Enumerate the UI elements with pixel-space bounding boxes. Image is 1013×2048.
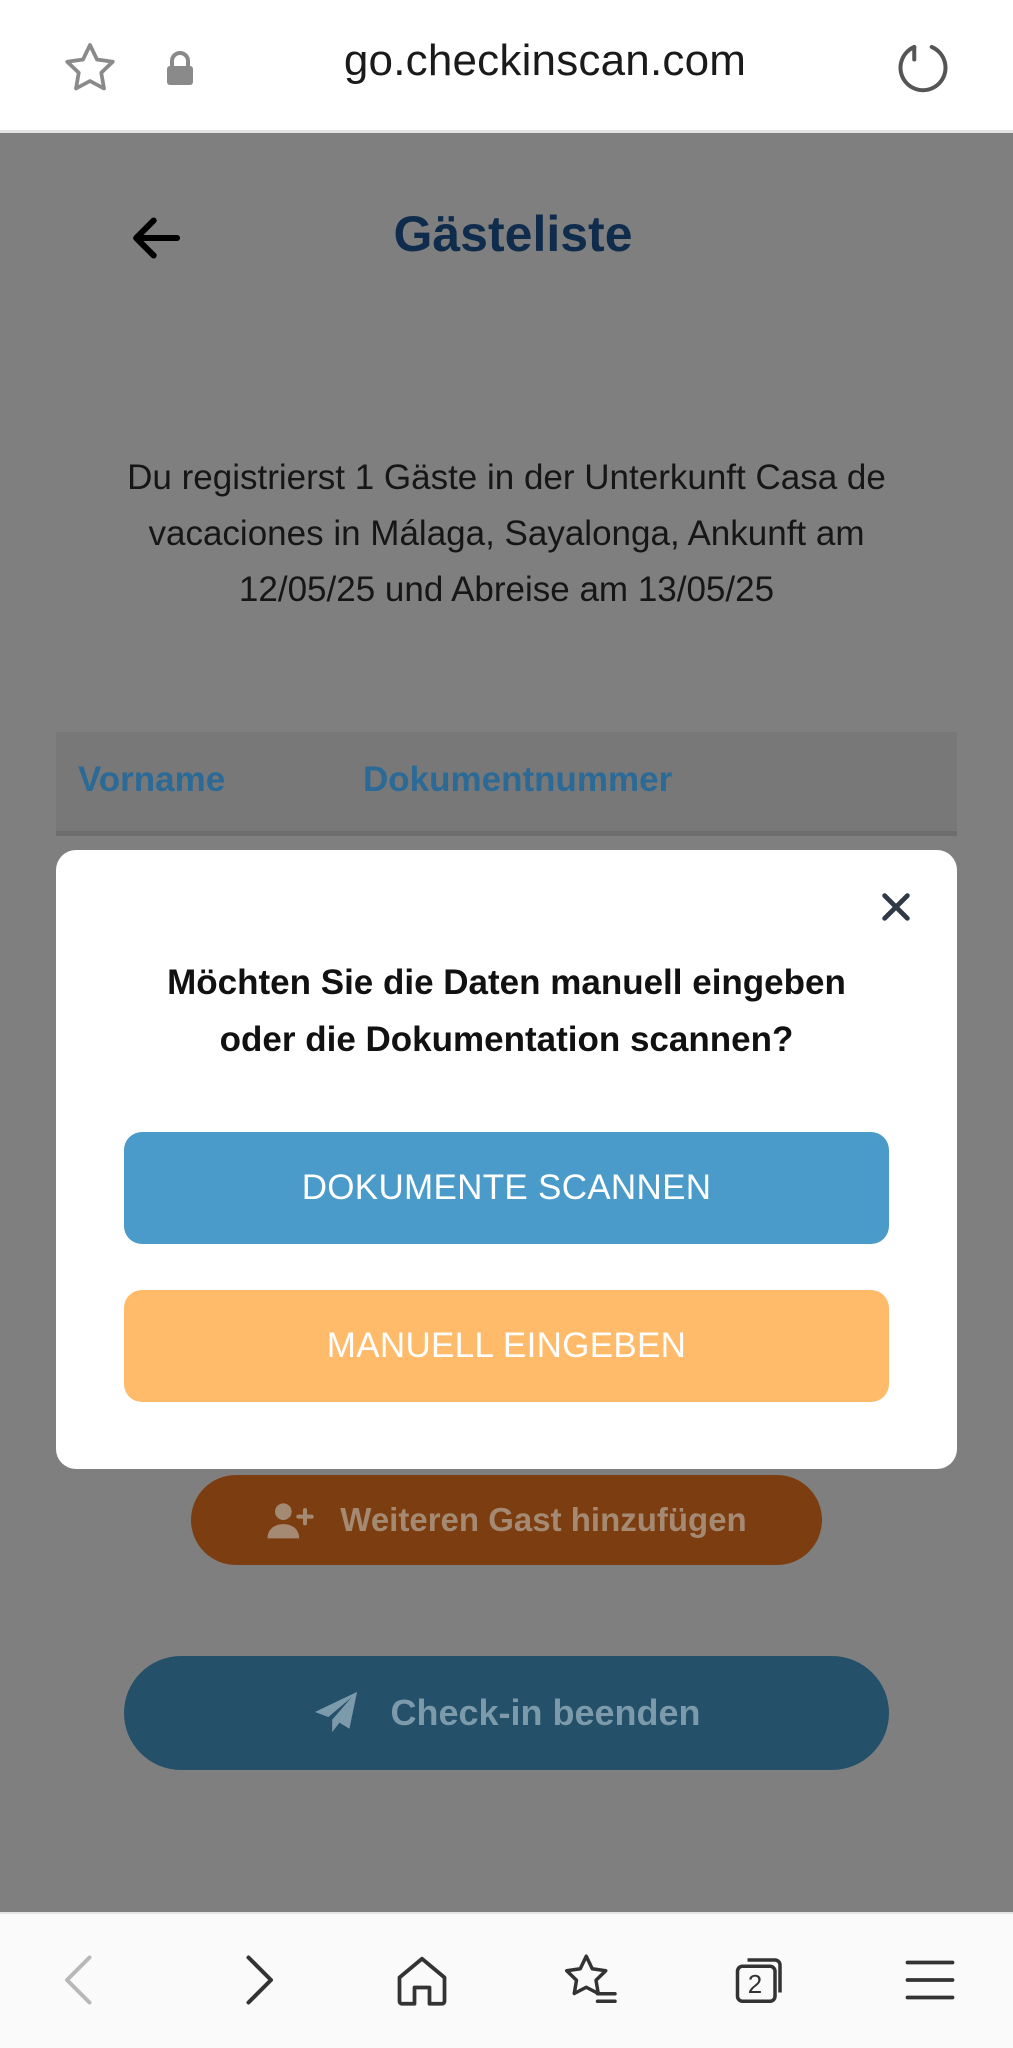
page-title: Gästeliste [393,206,633,262]
browser-bottom-bar: 2 [0,1912,1013,2048]
finish-checkin-label: Check-in beenden [390,1692,701,1733]
dialog-question-line-1: Möchten Sie die Daten manuell eingeben [167,963,846,1002]
reload-icon[interactable] [893,38,953,98]
dialog-question-line-2: oder die Dokumentation scannen? [219,1020,794,1059]
browser-forward-icon[interactable] [226,1950,286,2010]
scan-documents-button[interactable]: DOKUMENTE SCANNEN [124,1132,889,1244]
add-user-icon [267,1503,314,1539]
paper-plane-icon [315,1691,358,1733]
lock-icon[interactable] [164,50,196,86]
menu-icon[interactable] [900,1950,960,2010]
column-header-first-name: Vorname [78,760,226,799]
star-icon[interactable] [60,38,120,98]
dialog-question: Möchten Sie die Daten manuell eingeben o… [116,954,897,1068]
registration-info-text: Du registrierst 1 Gäste in der Unterkunf… [127,458,886,609]
guest-table-header: Vorname Dokumentnummer [56,732,957,836]
home-icon[interactable] [392,1950,452,2010]
back-arrow-icon[interactable] [128,210,184,266]
input-method-dialog: Möchten Sie die Daten manuell eingeben o… [56,850,957,1469]
add-guest-label: Weiteren Gast hinzufügen [340,1501,747,1538]
browser-top-bar: go.checkinscan.com [0,0,1013,133]
column-header-document-number: Dokumentnummer [363,760,673,799]
finish-checkin-button[interactable]: Check-in beenden [124,1656,889,1770]
manual-entry-button[interactable]: MANUELL EINGEBEN [124,1290,889,1402]
tab-count: 2 [747,1969,763,1999]
add-guest-button[interactable]: Weiteren Gast hinzufügen [191,1475,822,1565]
browser-back-icon[interactable] [52,1950,112,2010]
tabs-button[interactable]: 2 [730,1950,790,2010]
close-icon[interactable] [879,890,913,924]
bookmarks-icon[interactable] [560,1950,620,2010]
address-bar-url[interactable]: go.checkinscan.com [250,36,840,86]
